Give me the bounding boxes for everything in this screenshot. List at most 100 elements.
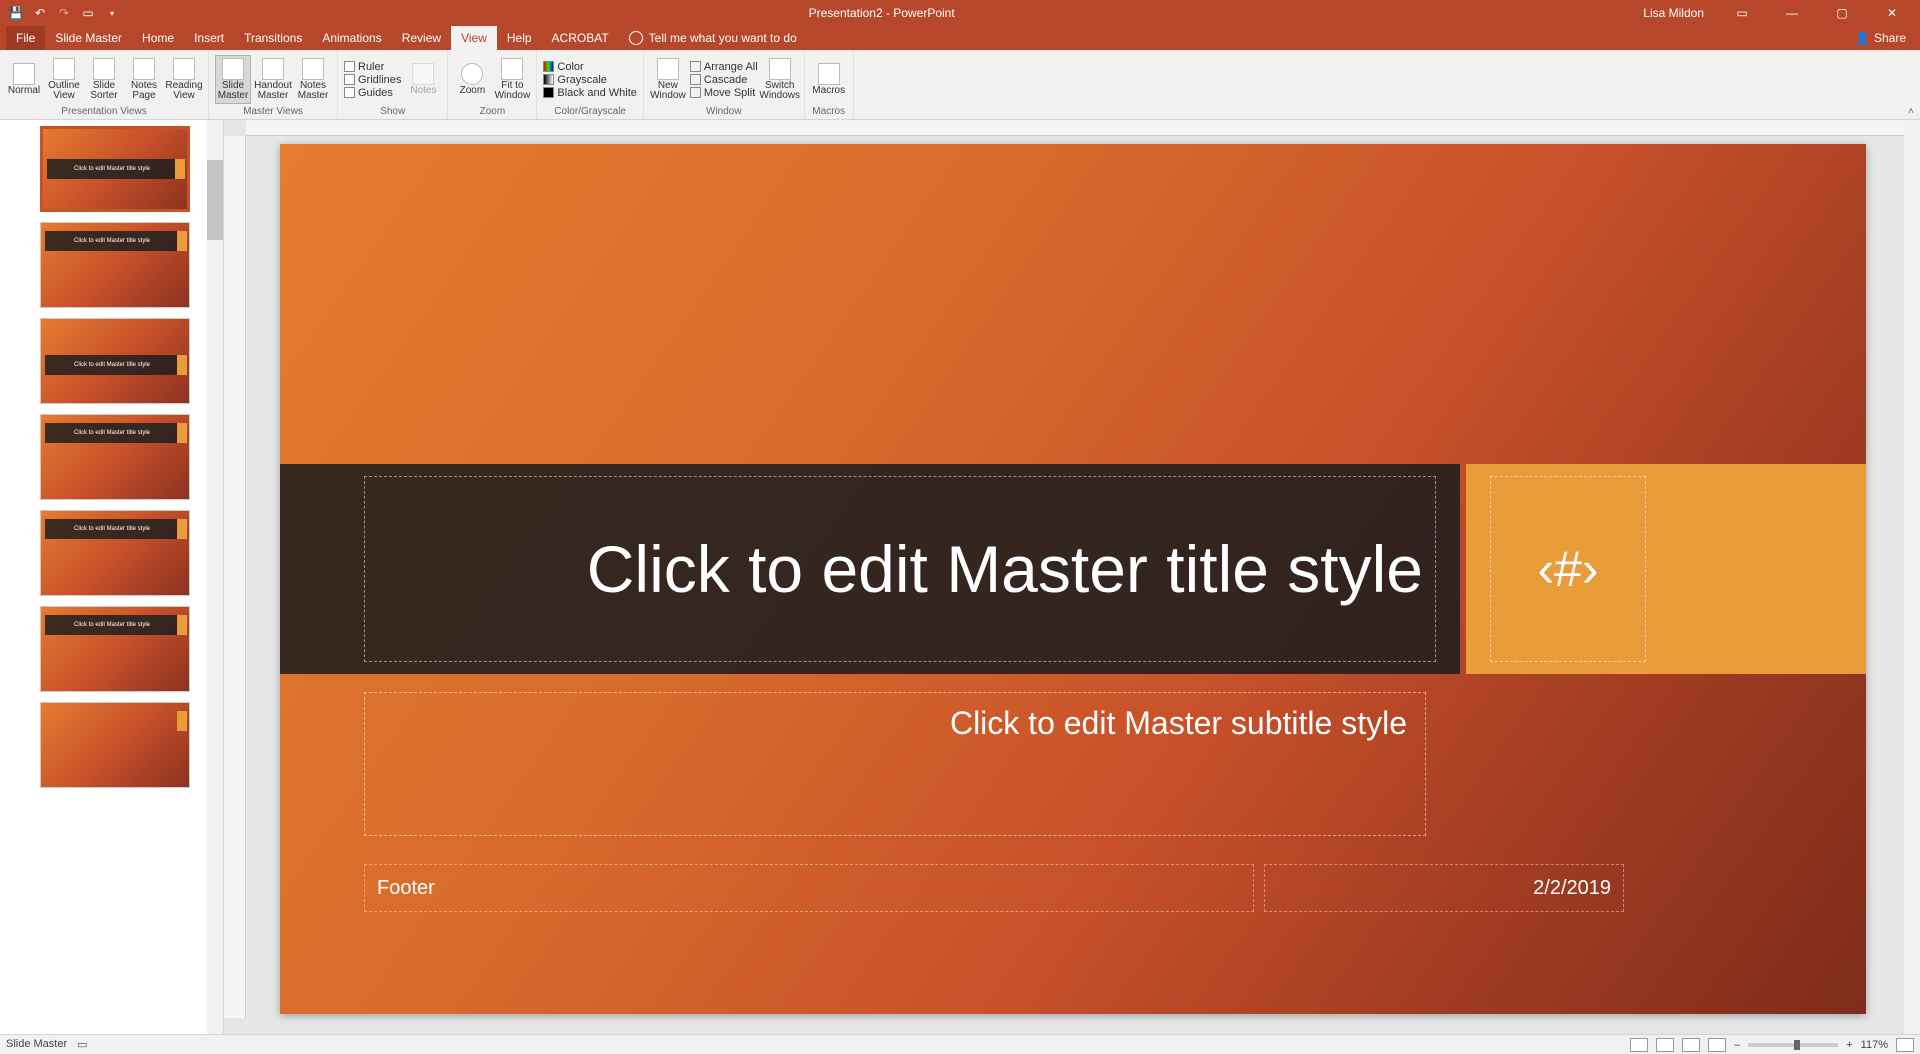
normal-view-button[interactable]: Normal [6,63,42,96]
tab-help[interactable]: Help [497,26,542,50]
tab-animations[interactable]: Animations [312,26,391,50]
slide-thumbnail-5[interactable]: Click to edit Master title style [40,510,190,596]
slide-thumbnail-6[interactable]: Click to edit Master title style [40,606,190,692]
master-title-placeholder[interactable]: Click to edit Master title style [364,476,1436,662]
slide-number-placeholder[interactable]: ‹#› [1490,476,1646,662]
color-button[interactable]: Color [543,61,636,73]
date-placeholder[interactable]: 2/2/2019 [1264,864,1624,912]
switch-windows-button[interactable]: Switch Windows [762,58,798,101]
redo-icon[interactable]: ↷ [56,5,72,21]
title-bar: 💾 ↶ ↷ ▭ ▾ Presentation2 - PowerPoint Lis… [0,0,1920,26]
tab-slide-master[interactable]: Slide Master [45,26,132,50]
zoom-level[interactable]: 117% [1861,1039,1888,1051]
window-title: Presentation2 - PowerPoint [120,6,1643,20]
collapse-ribbon-icon[interactable]: ˄ [1908,106,1914,117]
close-button[interactable]: ✕ [1874,1,1910,25]
grayscale-button[interactable]: Grayscale [543,74,636,86]
tab-view[interactable]: View [451,26,497,50]
main-area: Click to edit Master title style Click t… [0,120,1920,1034]
notes-page-button[interactable]: Notes Page [126,58,162,101]
status-icon: ▭ [77,1038,87,1051]
thumb-pagenum-badge [175,159,185,179]
maximize-button[interactable]: ▢ [1824,1,1860,25]
group-label: Show [344,106,441,117]
fit-to-window-icon[interactable] [1896,1038,1914,1052]
start-slideshow-icon[interactable]: ▭ [80,5,96,21]
footer-placeholder[interactable]: Footer [364,864,1254,912]
ruler-checkbox[interactable]: Ruler [344,61,401,73]
handout-master-button[interactable]: Handout Master [255,58,291,101]
quick-access-toolbar: 💾 ↶ ↷ ▭ ▾ [8,5,120,21]
normal-view-icon[interactable] [1630,1038,1648,1052]
status-bar: Slide Master ▭ – + 117% [0,1034,1920,1054]
tab-transitions[interactable]: Transitions [234,26,312,50]
arrange-all-button[interactable]: Arrange All [690,61,758,73]
group-label: Window [650,106,798,117]
zoom-button[interactable]: Zoom [454,63,490,96]
slide-thumbnail-2[interactable]: Click to edit Master title style [40,222,190,308]
tell-me-search[interactable]: Tell me what you want to do [629,26,797,50]
tab-review[interactable]: Review [392,26,451,50]
master-title-bar: Click to edit Master title style [280,464,1460,674]
group-label: Master Views [215,106,331,117]
group-color-grayscale: Color Grayscale Black and White Color/Gr… [537,50,643,119]
zoom-out-button[interactable]: – [1734,1039,1740,1051]
slide-thumbnail-3[interactable]: Click to edit Master title style [40,318,190,404]
tell-me-label: Tell me what you want to do [649,31,797,45]
slide-canvas[interactable]: Click to edit Master title style ‹#› Cli… [280,144,1866,1014]
reading-view-icon[interactable] [1682,1038,1700,1052]
slide-master-button[interactable]: Slide Master [215,55,251,104]
macros-button[interactable]: Macros [811,63,847,96]
group-label: Presentation Views [6,106,202,117]
guides-checkbox[interactable]: Guides [344,87,401,99]
group-show: Ruler Gridlines Guides Notes Show [338,50,448,119]
group-presentation-views: Normal Outline View Slide Sorter Notes P… [0,50,209,119]
slide-thumbnail-1[interactable]: Click to edit Master title style [40,126,190,212]
account-user[interactable]: Lisa Mildon [1643,6,1704,20]
master-subtitle-placeholder[interactable]: Click to edit Master subtitle style [364,692,1426,836]
lightbulb-icon [629,31,643,45]
group-label: Macros [811,106,847,117]
thumbnail-pane[interactable]: Click to edit Master title style Click t… [0,120,224,1034]
group-master-views: Slide Master Handout Master Notes Master… [209,50,338,119]
vertical-ruler [224,136,246,1018]
status-view-label: Slide Master [6,1038,67,1051]
gridlines-checkbox[interactable]: Gridlines [344,74,401,86]
share-button[interactable]: 👤 Share [1855,26,1906,50]
notes-button: Notes [405,63,441,96]
save-icon[interactable]: 💾 [8,5,24,21]
tab-file[interactable]: File [6,26,45,50]
group-macros: Macros Macros [805,50,854,119]
sorter-view-icon[interactable] [1656,1038,1674,1052]
fit-window-button[interactable]: Fit to Window [494,58,530,101]
minimize-button[interactable]: — [1774,1,1810,25]
ribbon-tabs: File Slide Master Home Insert Transition… [0,26,1920,50]
slide-scrollbar[interactable] [1904,120,1920,1034]
zoom-slider[interactable] [1748,1043,1838,1047]
ribbon-options-icon[interactable]: ▭ [1724,1,1760,25]
slide-number-box: ‹#› [1466,464,1866,674]
qat-customize-icon[interactable]: ▾ [104,5,120,21]
slide-edit-area: Click to edit Master title style ‹#› Cli… [224,120,1920,1034]
slide-thumbnail-7[interactable] [40,702,190,788]
ribbon: Normal Outline View Slide Sorter Notes P… [0,50,1920,120]
move-split-button[interactable]: Move Split [690,87,758,99]
outline-view-button[interactable]: Outline View [46,58,82,101]
slideshow-view-icon[interactable] [1708,1038,1726,1052]
slide-thumbnail-4[interactable]: Click to edit Master title style [40,414,190,500]
group-window: New Window Arrange All Cascade Move Spli… [644,50,805,119]
black-white-button[interactable]: Black and White [543,87,636,99]
new-window-button[interactable]: New Window [650,58,686,101]
zoom-in-button[interactable]: + [1846,1039,1852,1051]
thumbnail-scrollbar[interactable] [207,120,223,1034]
reading-view-button[interactable]: Reading View [166,58,202,101]
group-label: Zoom [454,106,530,117]
notes-master-button[interactable]: Notes Master [295,58,331,101]
tab-insert[interactable]: Insert [184,26,234,50]
cascade-button[interactable]: Cascade [690,74,758,86]
tab-acrobat[interactable]: ACROBAT [542,26,619,50]
undo-icon[interactable]: ↶ [32,5,48,21]
group-zoom: Zoom Fit to Window Zoom [448,50,537,119]
slide-sorter-button[interactable]: Slide Sorter [86,58,122,101]
tab-home[interactable]: Home [132,26,184,50]
